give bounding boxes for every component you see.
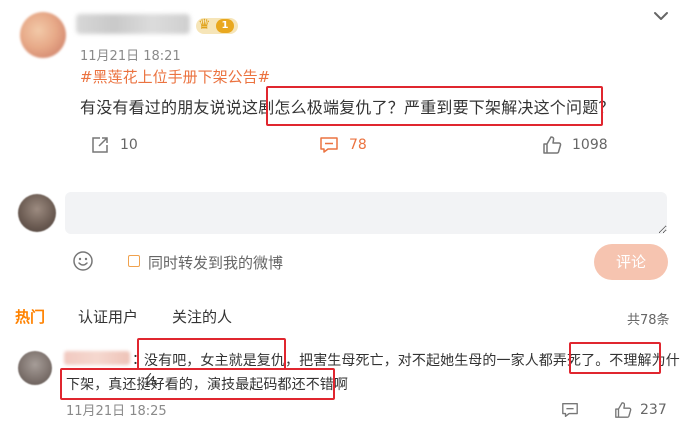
reply-time: 11月21日 18:25 bbox=[66, 404, 167, 419]
hashtag-link[interactable]: #黑莲花上位手册下架公告# bbox=[80, 66, 270, 87]
comment-button[interactable]: 78 bbox=[319, 134, 367, 156]
chevron-down-icon[interactable] bbox=[650, 6, 672, 26]
highlight-box bbox=[137, 338, 286, 370]
crown-icon: ♛ bbox=[198, 17, 211, 33]
vip-level: 1 bbox=[216, 19, 234, 33]
comment-count: 78 bbox=[349, 137, 367, 153]
like-icon bbox=[543, 136, 562, 154]
post-time: 11月21日 18:21 bbox=[80, 49, 181, 64]
total-comment-count: 共78条 bbox=[627, 313, 670, 328]
repost-button[interactable]: 10 bbox=[90, 134, 138, 156]
like-icon bbox=[615, 402, 632, 418]
reply-comment-button[interactable] bbox=[561, 400, 579, 420]
author-avatar[interactable] bbox=[20, 12, 66, 58]
submit-comment-button[interactable]: 评论 bbox=[594, 244, 668, 280]
reply-like-button[interactable]: 237 bbox=[614, 400, 667, 420]
vip-badge[interactable]: ♛ 1 bbox=[196, 17, 238, 34]
reply-username-redacted[interactable] bbox=[64, 351, 130, 365]
like-count: 1098 bbox=[572, 137, 608, 153]
current-user-avatar bbox=[18, 194, 56, 232]
comment-input[interactable] bbox=[65, 192, 667, 234]
tab-following[interactable]: 关注的人 bbox=[172, 306, 232, 327]
repost-count: 10 bbox=[120, 137, 138, 153]
highlight-box bbox=[266, 86, 603, 126]
reply-like-count: 237 bbox=[640, 402, 667, 418]
highlight-box bbox=[569, 342, 661, 374]
repost-icon bbox=[92, 137, 108, 153]
highlight-box bbox=[60, 368, 335, 400]
tab-verified-users[interactable]: 认证用户 bbox=[78, 306, 138, 327]
comment-icon bbox=[320, 137, 338, 153]
comment-icon bbox=[562, 403, 578, 417]
tab-hot[interactable]: 热门 bbox=[15, 306, 45, 327]
forward-label[interactable]: 同时转发到我的微博 bbox=[148, 252, 283, 273]
like-button[interactable]: 1098 bbox=[542, 134, 608, 156]
author-name-redacted[interactable] bbox=[76, 14, 190, 34]
emoji-icon[interactable] bbox=[72, 250, 94, 272]
reply-avatar[interactable] bbox=[18, 351, 52, 385]
forward-checkbox[interactable] bbox=[128, 255, 140, 267]
